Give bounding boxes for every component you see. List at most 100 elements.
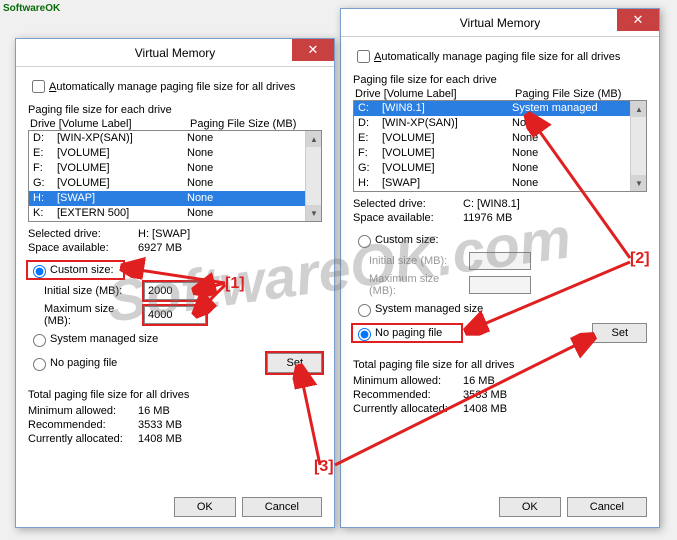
space-available-label: Space available:: [353, 212, 463, 224]
drive-letter: K:: [33, 206, 57, 221]
min-allowed-label: Minimum allowed:: [28, 405, 138, 417]
drive-letter: C:: [358, 101, 382, 116]
volume-label: [VOLUME]: [382, 161, 512, 176]
system-managed-radio[interactable]: [358, 304, 371, 317]
titlebar[interactable]: Virtual Memory ✕: [16, 39, 334, 67]
paging-size: None: [187, 131, 317, 146]
volume-label: [VOLUME]: [57, 161, 187, 176]
ok-button[interactable]: OK: [174, 497, 236, 517]
cancel-button[interactable]: Cancel: [567, 497, 647, 517]
titlebar[interactable]: Virtual Memory ✕: [341, 9, 659, 37]
paging-size: None: [512, 176, 642, 191]
ok-button[interactable]: OK: [499, 497, 561, 517]
custom-size-radio[interactable]: [33, 265, 46, 278]
scroll-down-icon[interactable]: ▼: [631, 175, 647, 191]
no-paging-label: No paging file: [50, 357, 117, 369]
paging-size: None: [187, 206, 317, 221]
scrollbar[interactable]: ▲ ▼: [305, 131, 321, 221]
custom-size-label: Custom size:: [375, 234, 439, 246]
drive-row[interactable]: E:[VOLUME]None: [29, 146, 321, 161]
drive-letter: H:: [358, 176, 382, 191]
drive-row[interactable]: D:[WIN-XP(SAN)]None: [354, 116, 646, 131]
drive-letter: D:: [358, 116, 382, 131]
volume-label: [WIN-XP(SAN)]: [57, 131, 187, 146]
drive-letter: D:: [33, 131, 57, 146]
drive-row[interactable]: G:[VOLUME]None: [29, 176, 321, 191]
scroll-up-icon[interactable]: ▲: [306, 131, 322, 147]
scroll-up-icon[interactable]: ▲: [631, 101, 647, 117]
volume-label: [VOLUME]: [382, 146, 512, 161]
virtual-memory-dialog-left: Virtual Memory ✕ Automatically manage pa…: [15, 38, 335, 528]
drive-listbox[interactable]: C:[WIN8.1]System managedD:[WIN-XP(SAN)]N…: [353, 100, 647, 192]
scroll-down-icon[interactable]: ▼: [306, 205, 322, 221]
drive-listbox[interactable]: D:[WIN-XP(SAN)]NoneE:[VOLUME]NoneF:[VOLU…: [28, 130, 322, 222]
paging-size: None: [512, 146, 642, 161]
system-managed-radio[interactable]: [33, 334, 46, 347]
recommended-value: 3533 MB: [138, 419, 322, 431]
drive-letter: E:: [33, 146, 57, 161]
custom-size-label: Custom size:: [50, 264, 114, 276]
drive-letter: G:: [33, 176, 57, 191]
max-size-input[interactable]: [144, 306, 206, 324]
window-title: Virtual Memory: [460, 16, 540, 30]
drive-row[interactable]: F:[VOLUME]None: [354, 146, 646, 161]
auto-manage-checkbox[interactable]: [357, 50, 370, 63]
drive-row[interactable]: F:[VOLUME]None: [29, 161, 321, 176]
paging-size: None: [187, 161, 317, 176]
volume-label: [WIN-XP(SAN)]: [382, 116, 512, 131]
initial-size-input[interactable]: [144, 282, 206, 300]
current-alloc-label: Currently allocated:: [353, 403, 463, 415]
close-button[interactable]: ✕: [292, 39, 334, 61]
volume-label: [WIN8.1]: [382, 101, 512, 116]
set-button[interactable]: Set: [592, 323, 647, 343]
drive-row[interactable]: E:[VOLUME]None: [354, 131, 646, 146]
drive-row[interactable]: K:[EXTERN 500]None: [29, 206, 321, 221]
custom-size-radio[interactable]: [358, 235, 371, 248]
drive-row[interactable]: C:[WIN8.1]System managed: [354, 101, 646, 116]
header-size: Paging File Size (MB): [515, 88, 645, 100]
selected-drive-label: Selected drive:: [28, 228, 138, 240]
drive-row[interactable]: H:[SWAP]None: [354, 176, 646, 191]
paging-size: None: [512, 131, 642, 146]
max-size-input: [469, 276, 531, 294]
recommended-label: Recommended:: [353, 389, 463, 401]
recommended-label: Recommended:: [28, 419, 138, 431]
paging-size: None: [187, 176, 317, 191]
volume-label: [VOLUME]: [57, 146, 187, 161]
total-group-label: Total paging file size for all drives: [28, 389, 322, 401]
current-alloc-label: Currently allocated:: [28, 433, 138, 445]
no-paging-radio[interactable]: [358, 328, 371, 341]
header-drive: Drive [Volume Label]: [30, 118, 190, 130]
max-size-label: Maximum size (MB):: [369, 273, 469, 297]
initial-size-label: Initial size (MB):: [369, 255, 469, 267]
close-icon: ✕: [633, 12, 644, 28]
auto-manage-checkbox[interactable]: [32, 80, 45, 93]
scrollbar[interactable]: ▲ ▼: [630, 101, 646, 191]
selected-drive-value: C: [WIN8.1]: [463, 198, 647, 210]
min-allowed-label: Minimum allowed:: [353, 375, 463, 387]
paging-size: None: [512, 161, 642, 176]
paging-size: System managed: [512, 101, 642, 116]
volume-label: [VOLUME]: [57, 176, 187, 191]
source-tag: SoftwareOK: [3, 3, 60, 14]
space-available-label: Space available:: [28, 242, 138, 254]
max-size-label: Maximum size (MB):: [44, 303, 144, 327]
volume-label: [SWAP]: [382, 176, 512, 191]
no-paging-radio[interactable]: [33, 358, 46, 371]
close-icon: ✕: [308, 42, 319, 58]
space-available-value: 6927 MB: [138, 242, 322, 254]
selected-drive-label: Selected drive:: [353, 198, 463, 210]
drive-row[interactable]: D:[WIN-XP(SAN)]None: [29, 131, 321, 146]
drive-row[interactable]: H:[SWAP]None: [29, 191, 321, 206]
set-button[interactable]: Set: [267, 353, 322, 373]
drive-letter: F:: [33, 161, 57, 176]
group-each-drive-label: Paging file size for each drive: [28, 104, 322, 116]
cancel-button[interactable]: Cancel: [242, 497, 322, 517]
volume-label: [EXTERN 500]: [57, 206, 187, 221]
current-alloc-value: 1408 MB: [138, 433, 322, 445]
close-button[interactable]: ✕: [617, 9, 659, 31]
volume-label: [SWAP]: [57, 191, 187, 206]
drive-letter: H:: [33, 191, 57, 206]
header-drive: Drive [Volume Label]: [355, 88, 515, 100]
drive-row[interactable]: G:[VOLUME]None: [354, 161, 646, 176]
